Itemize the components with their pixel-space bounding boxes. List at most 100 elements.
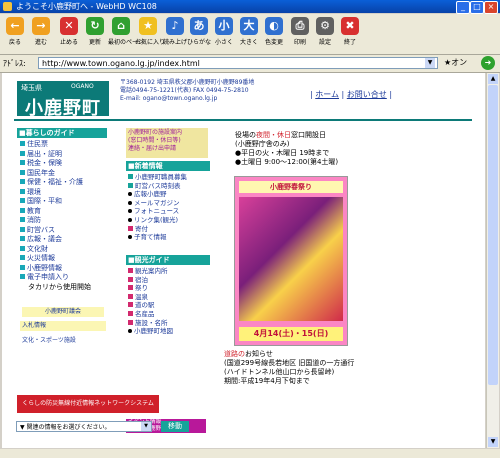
menu-item[interactable]: メールマガジン <box>128 199 187 208</box>
toolbar-button-forward[interactable]: → 進む <box>28 16 54 52</box>
life-guide-item[interactable]: 小鹿野情報 <box>20 264 91 274</box>
life-guide-item-label: 小鹿野情報 <box>27 263 62 272</box>
vertical-scrollbar[interactable]: ▲ ▼ <box>486 73 499 448</box>
menu-item-label: 温泉 <box>135 292 148 301</box>
menu-item[interactable]: 小鹿野町地図 <box>128 327 173 336</box>
menu-item[interactable]: 子育て情報 <box>128 233 187 242</box>
home-link[interactable]: ホーム <box>315 90 339 99</box>
menu-item[interactable]: 道の駅 <box>128 301 173 310</box>
back-icon: ← <box>6 17 24 35</box>
life-guide-subitem[interactable]: 電子申請入り <box>27 273 69 281</box>
life-guide-item[interactable]: 国際・平和 <box>20 197 91 207</box>
address-dropdown-icon[interactable]: ▼ <box>425 58 435 68</box>
life-guide-item[interactable]: 広報・議会 <box>20 235 91 245</box>
toolbar-button-label: 小さく <box>214 39 233 46</box>
bullet-icon <box>20 179 25 184</box>
life-guide-item[interactable]: 町営バス <box>20 226 91 236</box>
toolbar-button-favorites[interactable]: ★ お気に入り <box>135 16 165 52</box>
menu-item[interactable]: 寄付 <box>128 225 187 234</box>
menu-item[interactable]: フォトニュース <box>128 207 187 216</box>
exit-icon: ✖ <box>341 17 359 35</box>
toolbar-button-hiragana[interactable]: あひらがな <box>186 16 212 52</box>
header-links: | ホーム | お問い合せ | <box>310 90 393 99</box>
life-guide-item-label: 環境 <box>27 187 41 196</box>
life-guide-item[interactable]: 教育 <box>20 207 91 217</box>
toolbar-button-speak[interactable]: ♪ 読み上げ <box>162 16 188 52</box>
bullet-icon <box>20 274 25 279</box>
scroll-thumb[interactable] <box>488 85 498 385</box>
toolbar-button-back[interactable]: ← 戻る <box>2 16 28 52</box>
toolbar-button-exit[interactable]: ✖ 終了 <box>337 16 363 52</box>
life-guide-item[interactable]: 消防 <box>20 216 91 226</box>
contact-link[interactable]: お問い合せ <box>347 90 387 99</box>
address-input[interactable]: http://www.town.ogano.lg.jp/index.html ▼ <box>38 57 438 69</box>
scroll-up-icon[interactable]: ▲ <box>488 74 498 84</box>
notice-line3: ●平日の火・木曜日 19時まで <box>235 149 330 157</box>
bullet-icon <box>128 268 133 273</box>
road-news-title[interactable]: 道路の <box>224 350 245 358</box>
town-logo[interactable]: 埼玉県 OGANO 小鹿野町 <box>17 81 109 119</box>
toolbar-button-label: 設定 <box>318 39 331 46</box>
select-dropdown-icon[interactable]: ▼ <box>141 422 151 431</box>
life-guide-item[interactable]: 届出・証明 <box>20 150 91 160</box>
menu-item[interactable]: 施設・名所 <box>128 319 173 328</box>
header-mail[interactable]: E-mail: ogano@town.ogano.lg.jp <box>120 95 254 103</box>
road-news-line2: (ハイドトンネル他山口から長留峠) <box>224 368 335 376</box>
toolbar-button-color[interactable]: ◐ 色変更 <box>261 16 287 52</box>
toolbar-button-print[interactable]: ⎙ 印刷 <box>287 16 313 52</box>
life-guide-item[interactable]: 保健・福祉・介護 <box>20 178 91 188</box>
menu-item[interactable]: 観光案内所 <box>128 267 173 276</box>
close-button[interactable]: × <box>484 1 498 14</box>
facilities-box[interactable]: 小鹿野町の施設案内 (窓口時間・休日等) 連絡・届け出申請 <box>126 128 208 158</box>
menu-item[interactable]: 小鹿野町職員募集 <box>128 173 187 182</box>
toolbar-button-settings[interactable]: ⚙ 設定 <box>312 16 338 52</box>
menu-item-label: 宿泊 <box>135 275 148 284</box>
related-select[interactable]: ▼ 関連の情報をお選びください。 ▼ <box>16 421 152 432</box>
road-news: 道路のお知らせ (国道299号線長若地区 旧国道の一方通行 (ハイドトンネル他山… <box>224 350 354 386</box>
toolbar-button-label: 色変更 <box>264 39 283 46</box>
bookmark-on-toggle[interactable]: ★オン <box>444 57 467 68</box>
toolbar-button-larger[interactable]: 大大きく <box>236 16 262 52</box>
menu-item[interactable]: リンク集(観光) <box>128 216 187 225</box>
toolbar-button-refresh[interactable]: ↻ 更新 <box>82 16 108 52</box>
header-info: 〒368-0192 埼玉県秩父郡小鹿野町小鹿野89番地 電話0494-75-12… <box>120 79 254 103</box>
life-guide-item-label: 文化財 <box>27 244 48 253</box>
scroll-down-icon[interactable]: ▼ <box>488 437 498 447</box>
festival-poster[interactable]: 小鹿野春祭り 4月14(土)・15(日) <box>234 176 348 346</box>
facilities-link[interactable]: 文化・スポーツ施設 <box>22 335 76 344</box>
bullet-icon <box>20 169 25 175</box>
menu-item[interactable]: 名産品 <box>128 310 173 319</box>
bid-info-box[interactable]: 入札情報 <box>20 321 106 331</box>
minimize-button[interactable]: _ <box>456 1 470 14</box>
menu-item-label: 子育て情報 <box>134 233 167 242</box>
menu-item[interactable]: 町営バス時刻表 <box>128 182 187 191</box>
poster-date: 4月14(土)・15(日) <box>239 327 343 341</box>
bullet-icon <box>20 217 25 222</box>
life-guide-item[interactable]: 税金・保険 <box>20 159 91 169</box>
maximize-button[interactable]: □ <box>470 1 484 14</box>
bullet-icon <box>20 226 25 232</box>
toolbar-button-label: 印刷 <box>293 39 306 46</box>
bullet-icon <box>128 276 133 282</box>
go-icon[interactable]: ➜ <box>481 56 495 70</box>
toolbar-button-stop[interactable]: ✕ 止める <box>56 16 82 52</box>
toolbar-button-smaller[interactable]: 小小さく <box>211 16 237 52</box>
menu-item[interactable]: 祭り <box>128 284 173 293</box>
life-guide-item[interactable]: 国民年金 <box>20 169 91 179</box>
hiragana-icon: あ <box>190 17 208 35</box>
life-guide-item[interactable]: 文化財 <box>20 245 91 255</box>
disaster-banner[interactable]: くらしの防災無線付近情報ネットワークシステム <box>17 395 159 413</box>
go-button[interactable]: 移動 <box>161 421 189 432</box>
menu-item[interactable]: 宿泊 <box>128 276 173 285</box>
toolbar-button-home[interactable]: ⌂ 最初のページ <box>108 16 144 52</box>
bullet-icon <box>128 217 132 222</box>
life-guide-item[interactable]: 住民票 <box>20 140 91 150</box>
life-guide-item[interactable]: 火災情報 <box>20 254 91 264</box>
bullet-icon <box>128 200 132 205</box>
menu-item[interactable]: 広報小鹿野 <box>128 190 187 199</box>
life-guide-item[interactable]: 環境 <box>20 188 91 198</box>
menu-item-label: メールマガジン <box>134 198 180 207</box>
council-box[interactable]: 小鹿野町議会 <box>22 307 104 317</box>
life-guide-subitem[interactable]: タカリから使用開始 <box>28 283 91 291</box>
print-icon: ⎙ <box>291 17 309 35</box>
